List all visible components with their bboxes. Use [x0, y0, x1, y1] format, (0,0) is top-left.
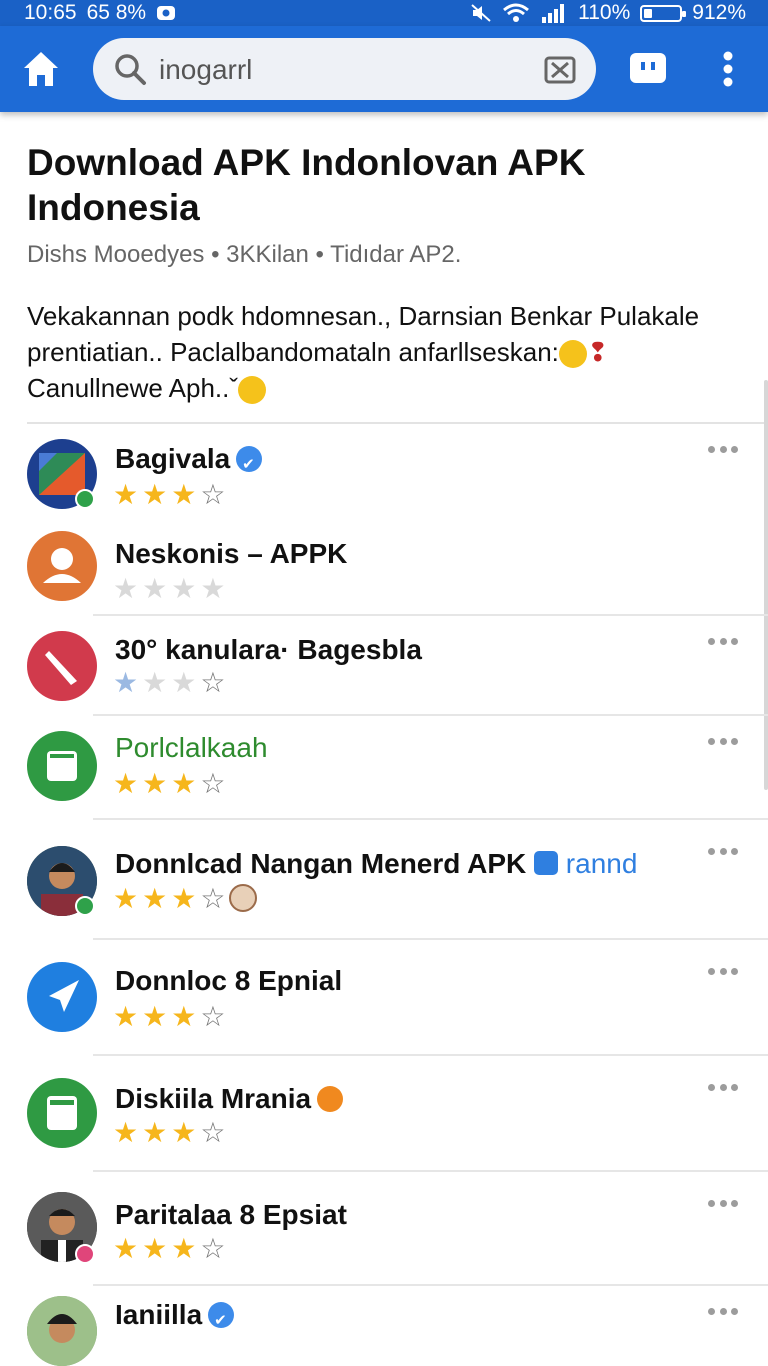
desc-line-2-text: prentiatian.. Paclalbandomataln anfarlls… — [27, 337, 559, 367]
rating-stars: ★ ★ ★ ☆ — [113, 884, 258, 914]
home-icon — [24, 52, 58, 86]
verified-icon — [236, 446, 263, 482]
clear-search-button[interactable] — [544, 54, 576, 86]
verified-icon — [208, 1302, 235, 1338]
app-icon — [27, 962, 97, 1032]
overflow-menu-button[interactable] — [718, 48, 738, 90]
more-options-button[interactable] — [708, 446, 738, 456]
search-box[interactable] — [93, 38, 596, 100]
list-item[interactable]: Paritalaa 8 Epsiat ★ ★ ★ ☆ — [0, 1172, 768, 1286]
page-subtitle: Dishs Mooedyes • 3KKilan • Tidıdar AP2. — [27, 241, 462, 268]
rating-stars: ★ ★ ★ ☆ — [113, 768, 226, 799]
rating-stars: ★ ★ ★ ☆ — [113, 667, 226, 698]
rating-stars: ★ ★ ★ ☆ — [113, 479, 226, 510]
list-item[interactable]: Ianiilla — [0, 1286, 768, 1366]
list-item[interactable]: Diskiila Mrania ★ ★ ★ ☆ — [0, 1056, 768, 1172]
page-title: Download APK Indonlovan APK Indonesia — [27, 142, 586, 228]
search-icon — [115, 54, 146, 85]
app-name: Donnloc 8 Epnial — [115, 965, 343, 996]
home-button[interactable] — [20, 48, 62, 90]
tag-icon — [534, 851, 559, 875]
tabs-icon — [630, 53, 666, 83]
notification-icon — [157, 6, 176, 20]
app-name: Bagivala — [115, 442, 263, 482]
more-options-button[interactable] — [708, 738, 738, 748]
thinking-emoji-icon — [558, 340, 587, 369]
desc-line-1: Vekakannan podk hdomnesan., Darnsian Ben… — [27, 301, 700, 331]
battery-percent: 110% — [578, 1, 631, 24]
search-input[interactable] — [157, 48, 541, 92]
rating-stars: ★ ★ ★ ☆ — [113, 1001, 226, 1032]
app-name: Ianiilla — [115, 1298, 235, 1338]
pin-icon: ❢ — [586, 337, 609, 367]
desc-line-3-text: Canullnewe Aph.. — [27, 373, 230, 403]
more-options-button[interactable] — [708, 848, 738, 858]
desc-line-3: Canullnewe Aph..ˇ — [27, 370, 727, 406]
status-time: 10:65 — [24, 1, 77, 24]
app-icon — [27, 1296, 97, 1366]
app-name: 30° kanulara· Bagesbla — [115, 634, 422, 665]
more-options-button[interactable] — [708, 1200, 738, 1210]
app-name: Porlclalkaah — [115, 732, 268, 763]
app-tag: rannd — [565, 848, 638, 879]
app-icon — [27, 1078, 97, 1148]
app-name: Neskonis – APPK — [115, 538, 348, 569]
smile-emoji-icon — [238, 376, 267, 405]
close-box-icon — [544, 56, 576, 84]
list-item[interactable]: Donnloc 8 Epnial ★ ★ ★ ☆ — [0, 940, 768, 1056]
app-name: Diskiila Mrania — [115, 1082, 344, 1116]
app-bar — [0, 26, 768, 112]
more-options-button[interactable] — [708, 638, 738, 648]
desc-line-2: prentiatian.. Paclalbandomataln anfarlls… — [27, 334, 727, 370]
rating-stars: ★ ★ ★ ☆ — [113, 1233, 226, 1264]
mute-icon — [471, 4, 491, 22]
more-options-button[interactable] — [708, 1084, 738, 1094]
rating-stars: ★ ★ ★ ☆ — [113, 1117, 226, 1148]
more-vert-icon — [723, 51, 733, 87]
status-bar: 10:65 65 8% 110% 912% — [0, 0, 768, 26]
status-extra: 65 8% — [86, 1, 147, 24]
wifi-icon — [503, 3, 530, 22]
tabs-button[interactable] — [629, 50, 667, 86]
list-item[interactable]: Porlclalkaah ★ ★ ★ ☆ — [0, 716, 768, 820]
list-item[interactable]: Donnlcad Nangan Menerd APK rannd ★ ★ ★ ☆ — [0, 820, 768, 940]
signal-icon — [542, 4, 565, 23]
app-name: Donnlcad Nangan Menerd APK rannd — [115, 848, 638, 879]
more-options-button[interactable] — [708, 1308, 738, 1318]
rating-stars: ★ ★ ★ ★ — [113, 573, 226, 604]
status-right-text: 912% — [692, 1, 746, 24]
status-badge — [75, 896, 95, 916]
status-badge — [75, 1244, 95, 1264]
more-options-button[interactable] — [708, 968, 738, 978]
app-icon — [27, 731, 97, 801]
list-item[interactable]: 30° kanulara· Bagesbla ★ ★ ★ ☆ — [0, 616, 768, 716]
power-icon — [317, 1086, 344, 1112]
app-icon — [27, 631, 97, 701]
sparkle-icon: ˇ — [229, 373, 239, 403]
battery-icon — [640, 4, 687, 22]
list-item[interactable]: Neskonis – APPK ★ ★ ★ ★ — [0, 520, 768, 616]
list-item[interactable]: Bagivala ★★★☆ — [0, 424, 768, 520]
face-icon — [229, 884, 258, 912]
status-badge — [75, 489, 95, 509]
app-icon — [27, 531, 97, 601]
app-name: Paritalaa 8 Epsiat — [115, 1199, 347, 1230]
page-description: Vekakannan podk hdomnesan., Darnsian Ben… — [27, 298, 727, 406]
